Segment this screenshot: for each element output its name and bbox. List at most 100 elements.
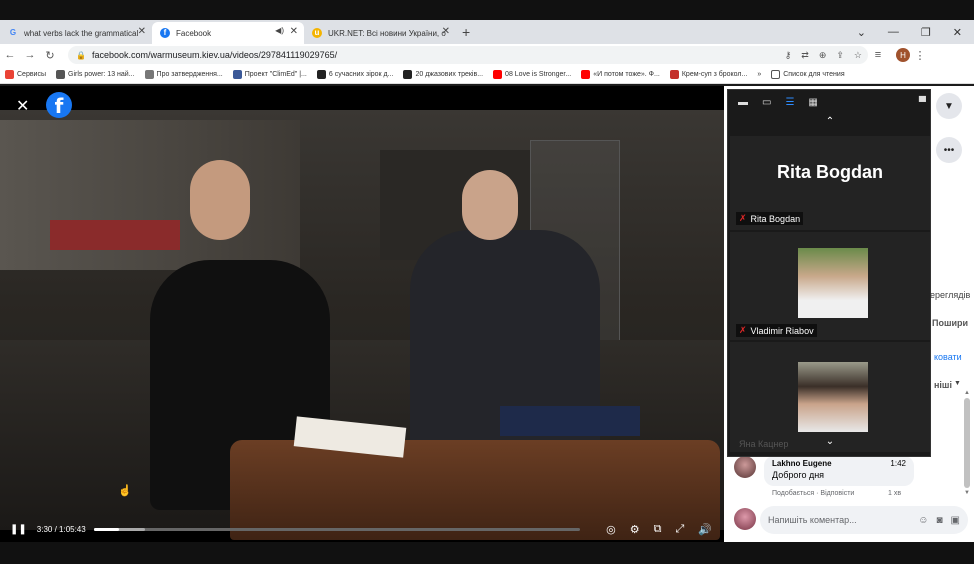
mouse-cursor-icon: ☝ xyxy=(118,485,132,497)
more-options-button[interactable]: ••• xyxy=(936,137,962,163)
bookmark-favicon-icon xyxy=(669,70,679,79)
youtube-icon xyxy=(581,70,591,79)
close-window-button[interactable]: ✕ xyxy=(953,26,962,39)
url-text[interactable]: facebook.com/warmuseum.kiev.ua/videos/29… xyxy=(92,50,337,60)
bookmark-item[interactable]: «И потом тоже». Ф... xyxy=(576,70,665,79)
bookmarks-more[interactable]: » xyxy=(752,71,766,78)
reload-icon[interactable]: ↻ xyxy=(40,49,60,62)
gallery-view-icon[interactable]: ▦ xyxy=(808,97,817,108)
star-icon[interactable]: ☆ xyxy=(854,50,862,61)
comment-age: 1 хв xyxy=(888,490,902,497)
bookmark-item[interactable]: Крем-суп з брокол... xyxy=(665,70,753,79)
comment-input[interactable]: Напишіть коментар... ☺ ◙ ▣ xyxy=(760,506,968,534)
tab-google[interactable]: G what verbs lack the grammatical ✕ xyxy=(0,22,152,44)
tab-search-icon[interactable]: ⌄ xyxy=(857,26,866,39)
comment-author[interactable]: Lakhno Eugene xyxy=(772,459,906,468)
toolbar: ← → ↻ 🔒 facebook.com/warmuseum.kiev.ua/v… xyxy=(0,44,974,66)
bookmark-item[interactable]: Проект "ClimEd" |... xyxy=(228,70,312,79)
bookmark-item[interactable]: 6 сучасних зірок д... xyxy=(312,70,399,79)
progress-bar[interactable] xyxy=(93,527,580,531)
reading-mode-icon[interactable]: ≡ xyxy=(868,49,888,61)
tab-ukrnet[interactable]: u UKR.NET: Всі новини України, о ✕ xyxy=(304,22,456,44)
minimize-view-icon[interactable]: ▬ xyxy=(738,97,748,108)
bookmark-favicon-icon xyxy=(232,70,242,79)
address-bar[interactable]: 🔒 facebook.com/warmuseum.kiev.ua/videos/… xyxy=(68,46,868,64)
sort-caret-icon[interactable]: ▼ xyxy=(954,380,961,387)
speaker-view-icon[interactable]: ▭ xyxy=(762,97,771,108)
speaker-icon[interactable]: ◀) xyxy=(275,26,284,35)
bookmark-label: Крем-суп з брокол... xyxy=(681,71,748,78)
current-time: 3:30 xyxy=(36,524,53,534)
facebook-logo-icon[interactable]: f xyxy=(46,92,72,118)
scroll-up-chevron-icon[interactable]: ⌃ xyxy=(728,116,932,127)
scrollbar[interactable]: ▲ ▼ xyxy=(962,390,972,500)
sort-comments[interactable]: ніші xyxy=(934,380,952,390)
dropdown-button[interactable]: ▼ xyxy=(936,93,962,119)
bookmark-favicon-icon xyxy=(56,70,66,79)
key-icon[interactable]: ⚷ xyxy=(785,50,792,61)
volume-icon[interactable]: 🔊 xyxy=(698,523,712,536)
compose-actions: ☺ ◙ ▣ xyxy=(918,515,968,526)
participant-video xyxy=(798,248,868,318)
caret-down-icon: ▼ xyxy=(944,100,954,112)
translate-icon[interactable]: ⇄ xyxy=(801,50,809,61)
bookmark-item[interactable]: Girls power: 13 най... xyxy=(51,70,140,79)
tab-title: what verbs lack the grammatical xyxy=(24,28,139,38)
sticker-icon[interactable]: ▣ xyxy=(951,515,960,526)
strip-view-icon[interactable]: ☰ xyxy=(785,97,794,108)
picture-in-picture-icon[interactable]: ⧉ xyxy=(654,523,662,536)
pause-icon[interactable]: ❚❚ xyxy=(10,524,27,535)
lock-icon[interactable]: 🔒 xyxy=(76,51,86,60)
participant-video xyxy=(798,362,868,432)
share-link[interactable]: Пошири xyxy=(932,318,968,328)
user-avatar[interactable] xyxy=(734,508,756,530)
emoji-icon[interactable]: ☺ xyxy=(918,515,928,526)
comment-timestamp: 1:42 xyxy=(890,459,906,468)
close-tab-icon[interactable]: ✕ xyxy=(442,26,450,37)
muted-mic-icon: ✗ xyxy=(739,325,747,335)
bookmark-favicon-icon xyxy=(316,70,326,79)
settings-gear-icon[interactable]: ⚙ xyxy=(630,523,640,536)
close-icon[interactable]: ✕ xyxy=(16,96,29,116)
comment-actions[interactable]: Подобається · Відповісти xyxy=(772,490,854,497)
scroll-down-chevron-icon[interactable]: ⌄ xyxy=(728,436,932,447)
camera-icon[interactable]: ◙ xyxy=(937,515,943,526)
minimize-button[interactable]: — xyxy=(888,26,899,38)
bookmark-services[interactable]: Сервисы xyxy=(0,70,51,79)
new-tab-button[interactable]: + xyxy=(462,24,470,40)
menu-icon[interactable]: ⋮ xyxy=(910,49,930,62)
close-tab-icon[interactable]: ✕ xyxy=(290,26,298,37)
fullscreen-icon[interactable]: ⤢ xyxy=(675,523,684,536)
tab-bar: G what verbs lack the grammatical ✕ f Fa… xyxy=(0,20,974,44)
scroll-up-icon[interactable]: ▲ xyxy=(962,390,972,396)
tab-facebook[interactable]: f Facebook ◀) ✕ xyxy=(152,22,304,44)
profile-avatar[interactable]: H xyxy=(896,48,910,62)
video-player[interactable]: ✕ f ☝ ❚❚ 3:30 / 1:05:43 ◎ ⚙ ⧉ ⤢ 🔊 xyxy=(0,86,724,542)
bookmark-favicon-icon xyxy=(403,70,413,79)
close-tab-icon[interactable]: ✕ xyxy=(138,26,146,37)
comment-bubble: Lakhno Eugene Доброго дня 1:42 xyxy=(764,456,914,486)
video-frame xyxy=(0,110,724,540)
bottom-border xyxy=(0,542,974,564)
bookmark-item[interactable]: Про затвердження... xyxy=(140,70,228,79)
youtube-icon xyxy=(493,70,503,79)
restore-button[interactable]: ❐ xyxy=(921,26,931,39)
comment-item: Lakhno Eugene Доброго дня 1:42 Подобаєть… xyxy=(734,456,944,500)
reading-list[interactable]: Список для чтения xyxy=(766,70,849,79)
share-icon[interactable]: ⇪ xyxy=(836,50,844,61)
captions-icon[interactable]: ◎ xyxy=(606,523,616,536)
scroll-thumb[interactable] xyxy=(964,398,970,488)
back-arrow-icon[interactable]: ← xyxy=(0,49,20,61)
zoom-icon[interactable]: ⊕ xyxy=(819,50,827,61)
screen: G what verbs lack the grammatical ✕ f Fa… xyxy=(0,0,974,564)
follow-link[interactable]: ковати xyxy=(934,352,962,362)
bookmark-item[interactable]: 20 джазових треків... xyxy=(398,70,488,79)
comment-placeholder[interactable]: Напишіть коментар... xyxy=(768,515,857,525)
window-controls: ⌄ — ❐ ✕ xyxy=(857,20,974,44)
exit-view-icon[interactable]: ▀ xyxy=(919,97,932,108)
bookmark-item[interactable]: 08 Love is Stronger... xyxy=(488,70,576,79)
scroll-down-icon[interactable]: ▼ xyxy=(962,490,972,496)
comment-avatar[interactable] xyxy=(734,456,756,478)
participant-tile: ✗ Vladimir Riabov xyxy=(730,232,930,340)
forward-arrow-icon[interactable]: → xyxy=(20,49,40,61)
